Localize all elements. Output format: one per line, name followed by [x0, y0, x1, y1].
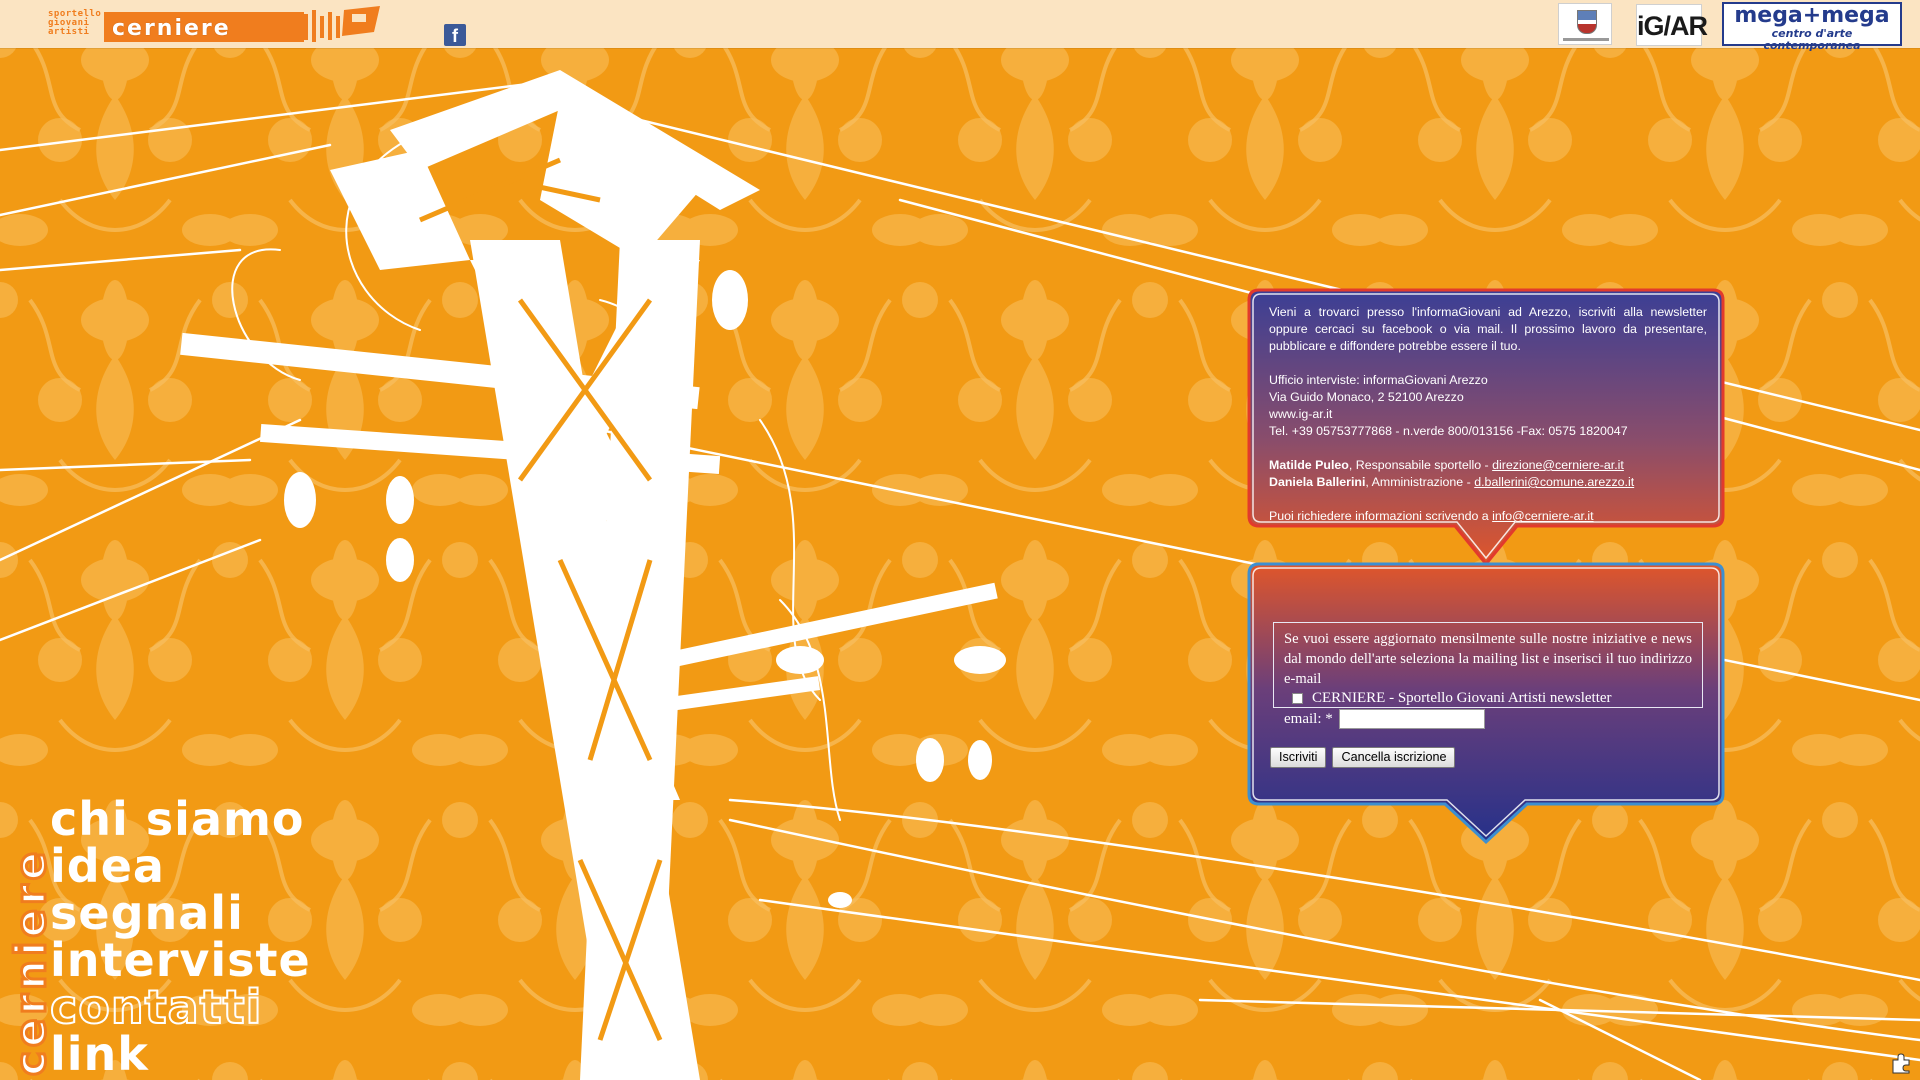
email-row: email: * — [1284, 708, 1692, 730]
contact-info-bubble: Vieni a trovarci presso l'informaGiovani… — [1247, 288, 1725, 567]
nav-item-link[interactable]: link — [50, 1031, 430, 1078]
contacts-block: Matilde Puleo, Responsabile sportello - … — [1269, 457, 1707, 491]
side-logo-text: cerniere — [5, 846, 57, 1077]
facebook-icon[interactable]: f — [444, 24, 466, 46]
nav-item-idea[interactable]: idea — [50, 843, 430, 890]
logo-subtitle: sportello giovani artisti — [48, 10, 106, 37]
main-nav: chi siamo idea segnali interviste contat… — [49, 796, 430, 1078]
subscribe-button[interactable]: Iscriviti — [1270, 747, 1327, 768]
newsletter-buttons: Iscriviti Cancella iscrizione — [1270, 747, 1456, 768]
crest-label-mark — [1563, 38, 1609, 41]
comune-arezzo-logo[interactable] — [1558, 3, 1612, 45]
office-address: Via Guido Monaco, 2 52100 Arezzo — [1269, 390, 1464, 404]
mailing-list-row: CERNIERE - Sportello Giovani Artisti new… — [1284, 689, 1692, 708]
nav-item-interviste[interactable]: interviste — [50, 937, 430, 984]
mailing-list-checkbox[interactable] — [1292, 693, 1303, 704]
newsletter-bubble: Se vuoi essere aggiornato mensilmente su… — [1247, 562, 1725, 845]
contact-role: , Amministrazione - — [1365, 475, 1475, 489]
contact-name: Daniela Ballerini — [1269, 475, 1366, 489]
email-label: email: * — [1284, 711, 1333, 727]
megamega-logo[interactable]: mega+mega centro d'arte contemporanea — [1722, 2, 1902, 52]
contact-email-link[interactable]: d.ballerini@comune.arezzo.it — [1474, 475, 1634, 489]
footer-block: Puoi richiedere informazioni scrivendo a… — [1269, 508, 1707, 525]
igar-logo[interactable]: iG/AR — [1636, 4, 1708, 46]
contact-role: , Responsabile sportello - — [1348, 458, 1493, 472]
logo-subtitle-line: artisti — [48, 27, 90, 37]
info-email-link[interactable]: info@cerniere-ar.it — [1492, 509, 1593, 523]
site-logo[interactable]: sportello giovani artisti cerniere — [48, 4, 380, 46]
office-line: Ufficio interviste: informaGiovani Arezz… — [1269, 373, 1488, 387]
logo-wordmark: cerniere — [112, 16, 231, 41]
contact-info-text: Vieni a trovarci presso l'informaGiovani… — [1269, 304, 1707, 542]
nav-item-contatti[interactable]: contatti — [49, 983, 430, 1031]
nav-item-chi-siamo[interactable]: chi siamo — [50, 796, 430, 843]
top-bar: sportello giovani artisti cerniere f iG/… — [0, 0, 1920, 52]
office-block: Ufficio interviste: informaGiovani Arezz… — [1269, 372, 1707, 440]
footer-text: Puoi richiedere informazioni scrivendo a — [1269, 509, 1493, 523]
megamega-subtitle: centro d'arte contemporanea — [1763, 27, 1861, 52]
newsletter-form: Se vuoi essere aggiornato mensilmente su… — [1273, 622, 1703, 729]
contact-email-link[interactable]: direzione@cerniere-ar.it — [1492, 458, 1624, 472]
nav-item-segnali[interactable]: segnali — [50, 890, 430, 937]
newsletter-intro: Se vuoi essere aggiornato mensilmente su… — [1284, 631, 1692, 687]
megamega-title: mega+mega — [1734, 3, 1890, 28]
mailing-list-label: CERNIERE - Sportello Giovani Artisti new… — [1312, 690, 1612, 706]
crest-icon — [1577, 10, 1597, 34]
office-website: www.ig-ar.it — [1269, 407, 1333, 421]
office-phone: Tel. +39 05753777868 - n.verde 800/01315… — [1269, 424, 1628, 438]
unsubscribe-button[interactable]: Cancella iscrizione — [1332, 747, 1456, 768]
puzzle-icon[interactable] — [1890, 1052, 1912, 1074]
contact-name: Matilde Puleo — [1269, 458, 1349, 472]
side-logo[interactable]: cerniere — [0, 752, 57, 1080]
info-intro: Vieni a trovarci presso l'informaGiovani… — [1269, 305, 1707, 353]
email-field[interactable] — [1338, 709, 1485, 729]
